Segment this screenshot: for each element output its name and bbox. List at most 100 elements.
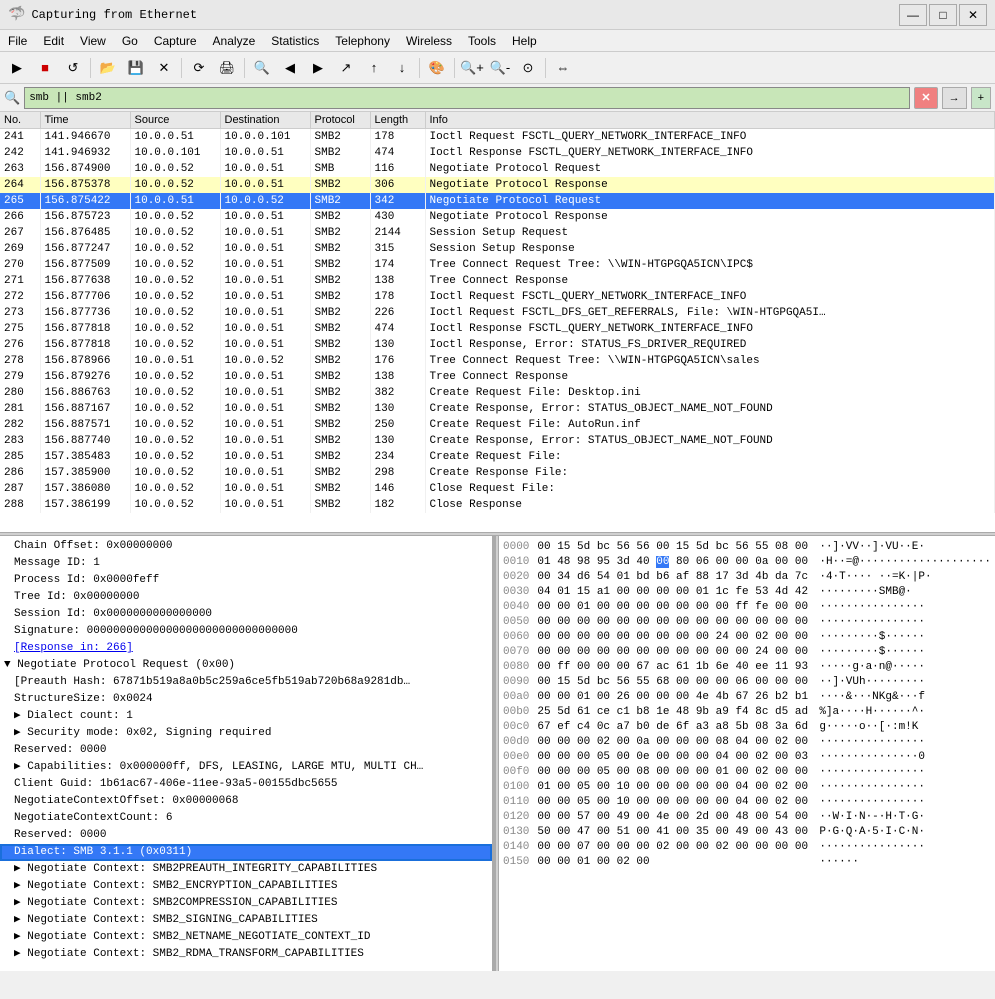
hex-bytes[interactable]: 00 00 07 00 00 00 02 00 00 02 00 00 00 0… [537, 840, 811, 855]
tb-close[interactable]: ✕ [151, 55, 177, 81]
table-row[interactable]: 271156.87763810.0.0.5210.0.0.51SMB2138Tr… [0, 273, 995, 289]
tb-back[interactable]: ◀ [277, 55, 303, 81]
col-source[interactable]: Source [130, 112, 220, 129]
tb-zoom-reset[interactable]: ⊙ [515, 55, 541, 81]
hex-bytes[interactable]: 01 48 98 95 3d 40 00 80 06 00 00 0a 00 0… [537, 555, 811, 570]
filter-input[interactable] [24, 87, 910, 109]
hex-bytes[interactable]: 00 00 00 02 00 0a 00 00 00 08 04 00 02 0… [537, 735, 811, 750]
hex-bytes[interactable]: 00 ff 00 00 00 67 ac 61 1b 6e 40 ee 11 9… [537, 660, 811, 675]
tb-print[interactable]: 🖨 [214, 55, 240, 81]
menu-item-statistics[interactable]: Statistics [263, 32, 327, 50]
hex-bytes[interactable]: 00 15 5d bc 56 56 00 15 5d bc 56 55 08 0… [537, 540, 811, 555]
hex-bytes[interactable]: 00 00 00 00 00 00 00 00 00 24 00 02 00 0… [537, 630, 811, 645]
col-protocol[interactable]: Protocol [310, 112, 370, 129]
menu-item-telephony[interactable]: Telephony [327, 32, 398, 50]
hex-bytes[interactable]: 00 34 d6 54 01 bd b6 af 88 17 3d 4b da 7… [537, 570, 811, 585]
table-row[interactable]: 278156.87896610.0.0.5110.0.0.52SMB2176Tr… [0, 353, 995, 369]
tb-zoom-out[interactable]: 🔍- [487, 55, 513, 81]
filter-apply[interactable]: → [942, 87, 967, 109]
tb-find[interactable]: 🔍 [249, 55, 275, 81]
col-length[interactable]: Length [370, 112, 425, 129]
cell-info: Ioctl Response, Error: STATUS_FS_DRIVER_… [425, 337, 995, 353]
menu-item-analyze[interactable]: Analyze [205, 32, 264, 50]
menu-item-tools[interactable]: Tools [460, 32, 504, 50]
minimize-button[interactable]: — [899, 4, 927, 26]
hex-bytes[interactable]: 01 00 05 00 10 00 00 00 00 00 04 00 02 0… [537, 780, 811, 795]
table-row[interactable]: 267156.87648510.0.0.5210.0.0.51SMB22144S… [0, 225, 995, 241]
menu-item-help[interactable]: Help [504, 32, 545, 50]
table-row[interactable]: 285157.38548310.0.0.5210.0.0.51SMB2234Cr… [0, 449, 995, 465]
menu-item-go[interactable]: Go [114, 32, 146, 50]
hex-bytes[interactable]: 00 00 00 05 00 08 00 00 00 01 00 02 00 0… [537, 765, 811, 780]
col-no[interactable]: No. [0, 112, 40, 129]
menu-item-wireless[interactable]: Wireless [398, 32, 460, 50]
tb-next[interactable]: ↓ [389, 55, 415, 81]
table-row[interactable]: 288157.38619910.0.0.5210.0.0.51SMB2182Cl… [0, 497, 995, 513]
cell-proto: SMB2 [310, 177, 370, 193]
col-time[interactable]: Time [40, 112, 130, 129]
hex-bytes[interactable]: 00 00 00 05 00 0e 00 00 00 04 00 02 00 0… [537, 750, 811, 765]
tb-start[interactable]: ▶ [4, 55, 30, 81]
menu-item-view[interactable]: View [72, 32, 114, 50]
hex-bytes[interactable]: 00 00 01 00 26 00 00 00 4e 4b 67 26 b2 b… [537, 690, 811, 705]
hex-bytes[interactable]: 04 01 15 a1 00 00 00 00 01 1c fe 53 4d 4… [537, 585, 811, 600]
filter-add[interactable]: + [971, 87, 991, 109]
tb-resize[interactable]: ⇔ [550, 55, 576, 81]
table-row[interactable]: 283156.88774010.0.0.5210.0.0.51SMB2130Cr… [0, 433, 995, 449]
tb-colorize[interactable]: 🎨 [424, 55, 450, 81]
table-row[interactable]: 270156.87750910.0.0.5210.0.0.51SMB2174Tr… [0, 257, 995, 273]
table-row[interactable]: 264156.87537810.0.0.5210.0.0.51SMB2306Ne… [0, 177, 995, 193]
table-row[interactable]: 279156.87927610.0.0.5210.0.0.51SMB2138Tr… [0, 369, 995, 385]
hex-bytes[interactable]: 00 00 01 00 02 00 [537, 855, 811, 870]
hex-bytes[interactable]: 50 00 47 00 51 00 41 00 35 00 49 00 43 0… [537, 825, 811, 840]
hex-bytes[interactable]: 00 15 5d bc 56 55 68 00 00 00 06 00 00 0… [537, 675, 811, 690]
tb-forward[interactable]: ▶ [305, 55, 331, 81]
col-destination[interactable]: Destination [220, 112, 310, 129]
filter-clear[interactable]: ✕ [914, 87, 937, 109]
table-row[interactable]: 282156.88757110.0.0.5210.0.0.51SMB2250Cr… [0, 417, 995, 433]
tb-zoom-in[interactable]: 🔍+ [459, 55, 485, 81]
table-row[interactable]: 241141.94667010.0.0.5110.0.0.101SMB2178I… [0, 129, 995, 145]
tb-open[interactable]: 📂 [95, 55, 121, 81]
cell-src: 10.0.0.52 [130, 481, 220, 497]
hex-bytes[interactable]: 67 ef c4 0c a7 b0 de 6f a3 a8 5b 08 3a 6… [537, 720, 811, 735]
cell-time: 141.946932 [40, 145, 130, 161]
table-row[interactable]: 275156.87781810.0.0.5210.0.0.51SMB2474Io… [0, 321, 995, 337]
table-row[interactable]: 269156.87724710.0.0.5210.0.0.51SMB2315Se… [0, 241, 995, 257]
tb-restart[interactable]: ↺ [60, 55, 86, 81]
tb-goto[interactable]: ↗ [333, 55, 359, 81]
table-row[interactable]: 280156.88676310.0.0.5210.0.0.51SMB2382Cr… [0, 385, 995, 401]
table-row[interactable]: 287157.38608010.0.0.5210.0.0.51SMB2146Cl… [0, 481, 995, 497]
cell-dst: 10.0.0.51 [220, 273, 310, 289]
menu-item-file[interactable]: File [0, 32, 35, 50]
hex-bytes[interactable]: 00 00 00 00 00 00 00 00 00 00 00 24 00 0… [537, 645, 811, 660]
col-info[interactable]: Info [425, 112, 995, 129]
cell-proto: SMB2 [310, 401, 370, 417]
close-button[interactable]: ✕ [959, 4, 987, 26]
hex-bytes[interactable]: 00 00 01 00 00 00 00 00 00 00 ff fe 00 0… [537, 600, 811, 615]
table-row[interactable]: 263156.87490010.0.0.5210.0.0.51SMB116Neg… [0, 161, 995, 177]
response-link[interactable]: [Response in: 266] [14, 642, 133, 654]
maximize-button[interactable]: □ [929, 4, 957, 26]
table-row[interactable]: 265156.87542210.0.0.5110.0.0.52SMB2342Ne… [0, 193, 995, 209]
menu-item-edit[interactable]: Edit [35, 32, 72, 50]
hex-bytes[interactable]: 25 5d 61 ce c1 b8 1e 48 9b a9 f4 8c d5 a… [537, 705, 811, 720]
menu-item-capture[interactable]: Capture [146, 32, 205, 50]
detail-line[interactable]: [Response in: 266] [0, 640, 492, 657]
cell-proto: SMB2 [310, 385, 370, 401]
table-row[interactable]: 242141.94693210.0.0.10110.0.0.51SMB2474I… [0, 145, 995, 161]
tb-prev[interactable]: ↑ [361, 55, 387, 81]
table-row[interactable]: 286157.38590010.0.0.5210.0.0.51SMB2298Cr… [0, 465, 995, 481]
table-row[interactable]: 276156.87781810.0.0.5210.0.0.51SMB2130Io… [0, 337, 995, 353]
tb-stop[interactable]: ■ [32, 55, 58, 81]
table-row[interactable]: 272156.87770610.0.0.5210.0.0.51SMB2178Io… [0, 289, 995, 305]
tb-save[interactable]: 💾 [123, 55, 149, 81]
table-row[interactable]: 281156.88716710.0.0.5210.0.0.51SMB2130Cr… [0, 401, 995, 417]
cell-proto: SMB2 [310, 417, 370, 433]
tb-reload[interactable]: ⟳ [186, 55, 212, 81]
table-row[interactable]: 266156.87572310.0.0.5210.0.0.51SMB2430Ne… [0, 209, 995, 225]
hex-bytes[interactable]: 00 00 00 00 00 00 00 00 00 00 00 00 00 0… [537, 615, 811, 630]
hex-bytes[interactable]: 00 00 05 00 10 00 00 00 00 00 04 00 02 0… [537, 795, 811, 810]
hex-bytes[interactable]: 00 00 57 00 49 00 4e 00 2d 00 48 00 54 0… [537, 810, 811, 825]
table-row[interactable]: 273156.87773610.0.0.5210.0.0.51SMB2226Io… [0, 305, 995, 321]
